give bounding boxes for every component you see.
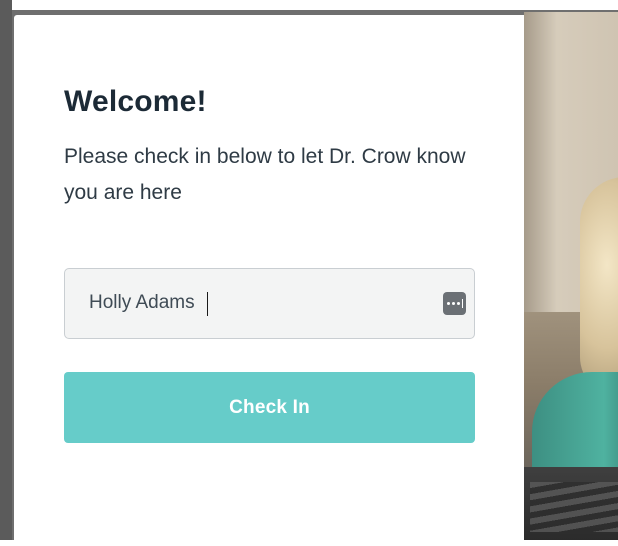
name-field-container <box>64 268 475 339</box>
modal-subtitle: Please check in below to let Dr. Crow kn… <box>64 145 466 204</box>
password-manager-icon[interactable] <box>443 292 466 315</box>
modal-title: Welcome! <box>64 85 207 118</box>
backdrop-left-strip <box>0 0 12 546</box>
text-caret <box>207 292 208 316</box>
video-keyboard <box>530 482 618 532</box>
video-person-hair <box>580 177 618 397</box>
video-person-shirt <box>532 372 618 482</box>
name-input[interactable] <box>89 269 419 337</box>
backdrop-top-strip <box>0 0 618 10</box>
checkin-modal: Welcome! Please check in below to let Dr… <box>14 15 524 544</box>
video-feed <box>524 12 618 544</box>
check-in-button[interactable]: Check In <box>64 372 475 443</box>
